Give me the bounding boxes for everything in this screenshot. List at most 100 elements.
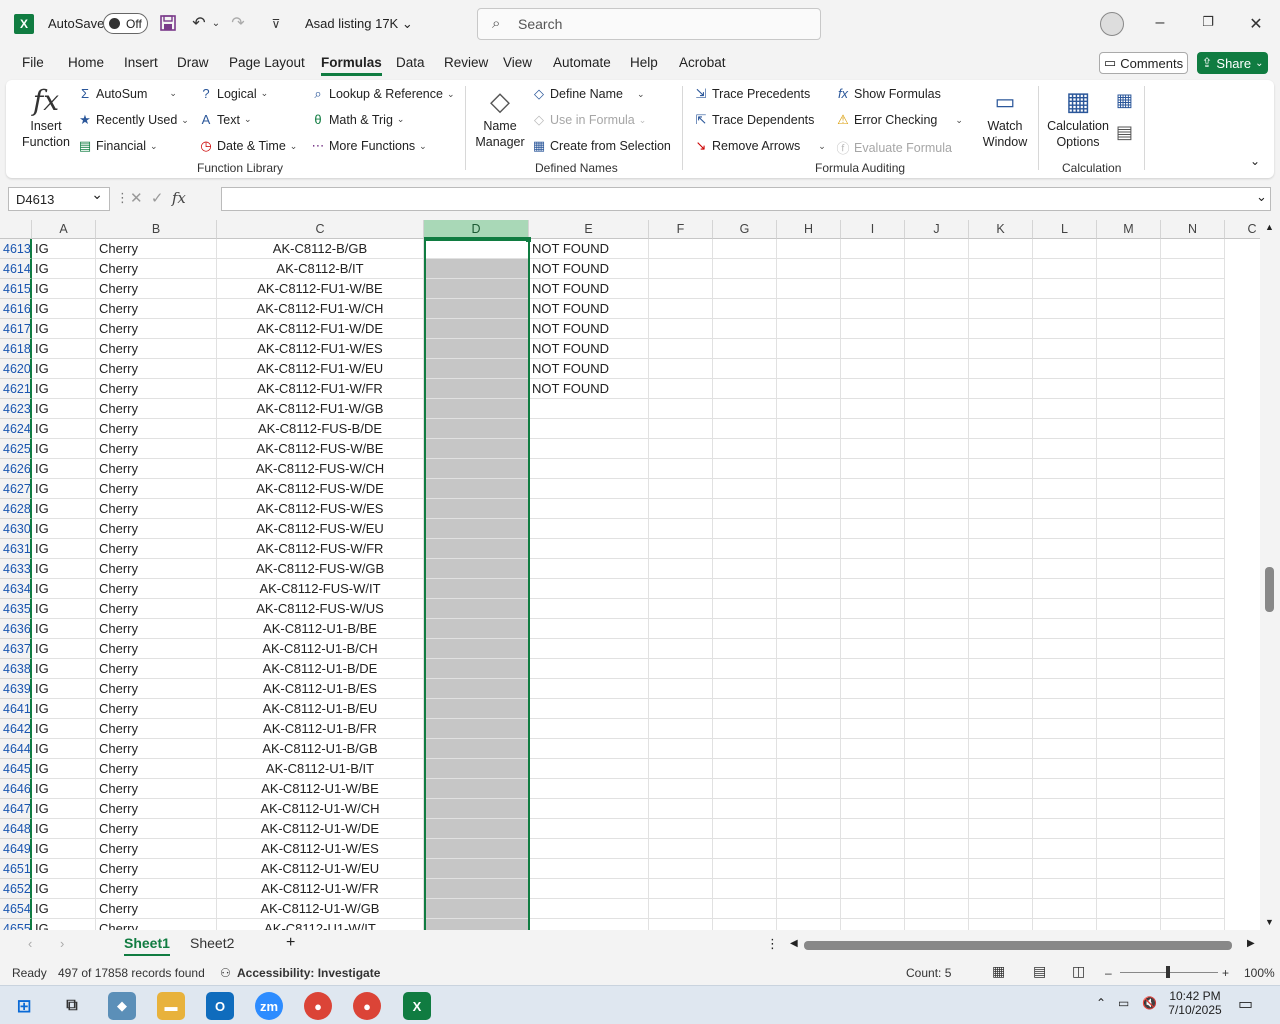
- cell-c[interactable]: AK-C8112-FUS-W/FR: [217, 539, 424, 559]
- cell-b[interactable]: Cherry: [96, 439, 217, 459]
- cell-empty[interactable]: [841, 499, 905, 519]
- cell-empty[interactable]: [1097, 699, 1161, 719]
- accessibility-status[interactable]: Accessibility: Investigate: [237, 966, 380, 980]
- tab-acrobat[interactable]: Acrobat: [679, 55, 726, 70]
- cell-empty[interactable]: [969, 799, 1033, 819]
- vertical-scroll-thumb[interactable]: [1265, 567, 1274, 612]
- cell-empty[interactable]: [1097, 359, 1161, 379]
- tab-review[interactable]: Review: [444, 55, 488, 70]
- cell-empty[interactable]: [841, 239, 905, 259]
- cell-empty[interactable]: [649, 379, 713, 399]
- cell-e[interactable]: [529, 539, 649, 559]
- cell-a[interactable]: IG: [32, 679, 96, 699]
- cell-d[interactable]: [424, 339, 529, 359]
- cell-empty[interactable]: [1033, 299, 1097, 319]
- cell-empty[interactable]: [905, 439, 969, 459]
- cell-empty[interactable]: [1161, 579, 1225, 599]
- cell-empty[interactable]: [1097, 399, 1161, 419]
- cell-empty[interactable]: [649, 879, 713, 899]
- cell-empty[interactable]: [1033, 779, 1097, 799]
- cell-empty[interactable]: [649, 299, 713, 319]
- row-header[interactable]: 4618: [0, 339, 32, 359]
- cell-empty[interactable]: [713, 779, 777, 799]
- cell-empty[interactable]: [841, 899, 905, 919]
- cell-empty[interactable]: [905, 659, 969, 679]
- cell-empty[interactable]: [1033, 359, 1097, 379]
- cell-d[interactable]: [424, 459, 529, 479]
- cell-empty[interactable]: [713, 439, 777, 459]
- cell-empty[interactable]: [905, 319, 969, 339]
- cell-e[interactable]: NOT FOUND: [529, 299, 649, 319]
- cell-empty[interactable]: [969, 659, 1033, 679]
- cell-c[interactable]: AK-C8112-FU1-W/GB: [217, 399, 424, 419]
- cell-empty[interactable]: [905, 799, 969, 819]
- cell-empty[interactable]: [1097, 259, 1161, 279]
- cell-empty[interactable]: [1097, 679, 1161, 699]
- cell-a[interactable]: IG: [32, 779, 96, 799]
- cell-c[interactable]: AK-C8112-FUS-B/DE: [217, 419, 424, 439]
- row-header[interactable]: 4651: [0, 859, 32, 879]
- cell-c[interactable]: AK-C8112-FUS-W/ES: [217, 499, 424, 519]
- cell-empty[interactable]: [1033, 239, 1097, 259]
- fx-icon[interactable]: fx: [172, 189, 186, 207]
- chrome-profile-icon[interactable]: ●: [353, 992, 381, 1020]
- cell-empty[interactable]: [1097, 619, 1161, 639]
- cell-empty[interactable]: [905, 359, 969, 379]
- column-header-h[interactable]: H: [777, 220, 841, 239]
- cell-empty[interactable]: [905, 479, 969, 499]
- cell-empty[interactable]: [841, 859, 905, 879]
- cell-e[interactable]: [529, 899, 649, 919]
- tab-home[interactable]: Home: [68, 55, 104, 70]
- volume-icon[interactable]: 🔇: [1142, 996, 1157, 1010]
- cell-empty[interactable]: [1097, 739, 1161, 759]
- restore-icon[interactable]: ❐: [1198, 14, 1218, 34]
- cell-empty[interactable]: [1097, 499, 1161, 519]
- cell-empty[interactable]: [1097, 859, 1161, 879]
- task-view-icon[interactable]: ⧉: [58, 992, 86, 1020]
- cell-empty[interactable]: [905, 879, 969, 899]
- cell-d[interactable]: [424, 419, 529, 439]
- cell-b[interactable]: Cherry: [96, 879, 217, 899]
- cell-empty[interactable]: [1097, 439, 1161, 459]
- cell-c[interactable]: AK-C8112-U1-B/CH: [217, 639, 424, 659]
- cell-empty[interactable]: [1161, 519, 1225, 539]
- row-header[interactable]: 4617: [0, 319, 32, 339]
- close-icon[interactable]: ✕: [1246, 14, 1266, 34]
- row-header[interactable]: 4638: [0, 659, 32, 679]
- cell-a[interactable]: IG: [32, 579, 96, 599]
- show-formulas-button[interactable]: fx Show Formulas: [836, 86, 941, 101]
- cell-empty[interactable]: [841, 599, 905, 619]
- row-header[interactable]: 4627: [0, 479, 32, 499]
- minimize-icon[interactable]: –: [1150, 14, 1170, 34]
- tab-view[interactable]: View: [503, 55, 532, 70]
- cell-c[interactable]: AK-C8112-FU1-W/ES: [217, 339, 424, 359]
- cell-d[interactable]: [424, 479, 529, 499]
- chrome-icon[interactable]: ●: [304, 992, 332, 1020]
- cell-a[interactable]: IG: [32, 799, 96, 819]
- cell-d[interactable]: [424, 779, 529, 799]
- remove-arrows-button[interactable]: ↘ Remove Arrows ⌄: [694, 138, 826, 154]
- cell-empty[interactable]: [841, 339, 905, 359]
- autosum-button[interactable]: Σ AutoSum ⌄: [78, 86, 177, 101]
- cell-empty[interactable]: [1097, 279, 1161, 299]
- column-header-j[interactable]: J: [905, 220, 969, 239]
- cell-empty[interactable]: [841, 439, 905, 459]
- name-manager-button[interactable]: ◇ Name Manager: [474, 84, 526, 150]
- cell-empty[interactable]: [1033, 499, 1097, 519]
- cell-empty[interactable]: [713, 579, 777, 599]
- cell-empty[interactable]: [1033, 899, 1097, 919]
- cell-empty[interactable]: [1161, 919, 1225, 930]
- cell-empty[interactable]: [905, 599, 969, 619]
- cell-empty[interactable]: [649, 519, 713, 539]
- cell-d[interactable]: [424, 839, 529, 859]
- cell-empty[interactable]: [841, 379, 905, 399]
- cell-empty[interactable]: [841, 279, 905, 299]
- math-trig-button[interactable]: θ Math & Trig ⌄: [311, 112, 404, 127]
- cell-empty[interactable]: [1161, 679, 1225, 699]
- cell-empty[interactable]: [905, 379, 969, 399]
- fill-handle[interactable]: [526, 237, 531, 242]
- cell-empty[interactable]: [1097, 819, 1161, 839]
- cell-e[interactable]: NOT FOUND: [529, 239, 649, 259]
- row-header[interactable]: 4614: [0, 259, 32, 279]
- cell-b[interactable]: Cherry: [96, 699, 217, 719]
